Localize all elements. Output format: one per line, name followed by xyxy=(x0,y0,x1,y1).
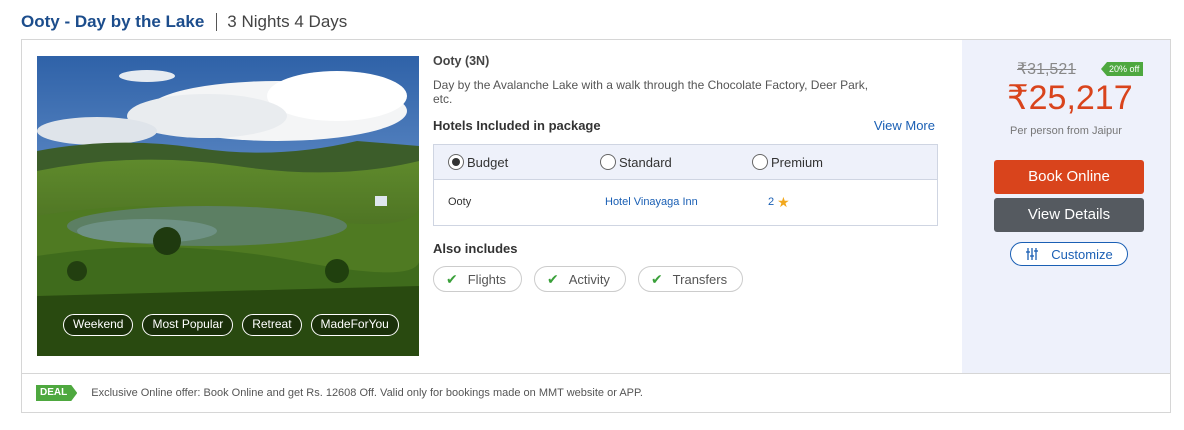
star-icon: ★ xyxy=(777,193,790,210)
package-details: Ooty (3N) Day by the Avalanche Lake with… xyxy=(433,40,938,373)
include-label: Transfers xyxy=(672,271,728,287)
include-label: Activity xyxy=(568,271,610,287)
view-details-button[interactable]: View Details xyxy=(994,198,1144,232)
lake-landscape-image xyxy=(37,56,419,356)
hotels-title: Hotels Included in package xyxy=(433,118,601,133)
hotels-header: Hotels Included in package View More xyxy=(433,118,935,133)
hotel-rating: 2 ★ xyxy=(768,193,790,210)
include-flights[interactable]: ✔ Flights xyxy=(433,266,523,292)
hotel-selector: Budget Standard Premium Ooty Hotel Vinay… xyxy=(433,144,938,226)
package-card-body: Weekend Most Popular Retreat MadeForYou … xyxy=(22,40,1170,373)
hotel-category-options: Budget Standard Premium xyxy=(434,145,937,180)
tag-madeforyou[interactable]: MadeForYou xyxy=(310,314,399,336)
also-includes-title: Also includes xyxy=(433,241,518,256)
include-transfers[interactable]: ✔ Transfers xyxy=(637,266,744,292)
tag-most-popular[interactable]: Most Popular xyxy=(142,314,234,336)
price-basis: Per person from Jaipur xyxy=(1010,125,1122,137)
package-title[interactable]: Ooty - Day by the Lake xyxy=(21,12,204,32)
view-more-link[interactable]: View More xyxy=(874,118,935,133)
deal-badge: DEAL xyxy=(36,385,77,401)
hotel-option-standard[interactable]: Standard xyxy=(600,154,752,170)
discount-badge: 20% off xyxy=(1101,62,1144,76)
photo-tags: Weekend Most Popular Retreat MadeForYou xyxy=(63,314,399,336)
current-price: ₹25,217 xyxy=(1007,79,1133,117)
check-icon: ✔ xyxy=(650,270,663,287)
book-online-button[interactable]: Book Online xyxy=(994,160,1144,194)
customize-button[interactable]: Customize xyxy=(1010,242,1128,266)
hotel-option-budget[interactable]: Budget xyxy=(448,154,600,170)
hotel-row: Ooty Hotel Vinayaga Inn 2 ★ xyxy=(434,180,937,225)
deal-text: Exclusive Online offer: Book Online and … xyxy=(91,387,643,399)
tag-weekend[interactable]: Weekend xyxy=(63,314,134,336)
hotel-option-label: Budget xyxy=(467,154,509,170)
original-price: ₹31,521 xyxy=(1017,61,1077,78)
hotel-city: Ooty xyxy=(448,196,472,208)
price-panel: ₹31,521 20% off ₹25,217 Per person from … xyxy=(962,40,1170,373)
radio-budget[interactable] xyxy=(448,154,464,170)
check-icon: ✔ xyxy=(446,270,458,287)
hotel-name-link[interactable]: Hotel Vinayaga Inn xyxy=(605,196,698,208)
hotel-option-label: Standard xyxy=(619,154,672,170)
include-activity[interactable]: ✔ Activity xyxy=(534,266,626,292)
customize-label: Customize xyxy=(1051,246,1113,262)
hotel-option-premium[interactable]: Premium xyxy=(752,154,823,170)
package-duration: 3 Nights 4 Days xyxy=(227,12,348,31)
hotel-rating-value: 2 xyxy=(768,196,775,208)
destination-label: Ooty (3N) xyxy=(433,54,490,68)
radio-premium[interactable] xyxy=(752,154,768,170)
include-label: Flights xyxy=(467,271,507,287)
hotel-option-label: Premium xyxy=(771,154,824,170)
package-photo[interactable]: Weekend Most Popular Retreat MadeForYou xyxy=(37,56,419,356)
tag-retreat[interactable]: Retreat xyxy=(242,314,302,336)
package-card: Weekend Most Popular Retreat MadeForYou … xyxy=(21,39,1171,413)
check-icon: ✔ xyxy=(547,270,559,287)
radio-standard[interactable] xyxy=(600,154,616,170)
deal-bar: DEAL Exclusive Online offer: Book Online… xyxy=(22,373,1170,412)
includes-list: ✔ Flights ✔ Activity ✔ Transfers xyxy=(433,266,744,292)
package-header: Ooty - Day by the Lake 3 Nights 4 Days xyxy=(21,10,347,34)
title-divider xyxy=(216,13,218,31)
sliders-icon xyxy=(1026,248,1039,260)
package-description: Day by the Avalanche Lake with a walk th… xyxy=(433,78,869,106)
